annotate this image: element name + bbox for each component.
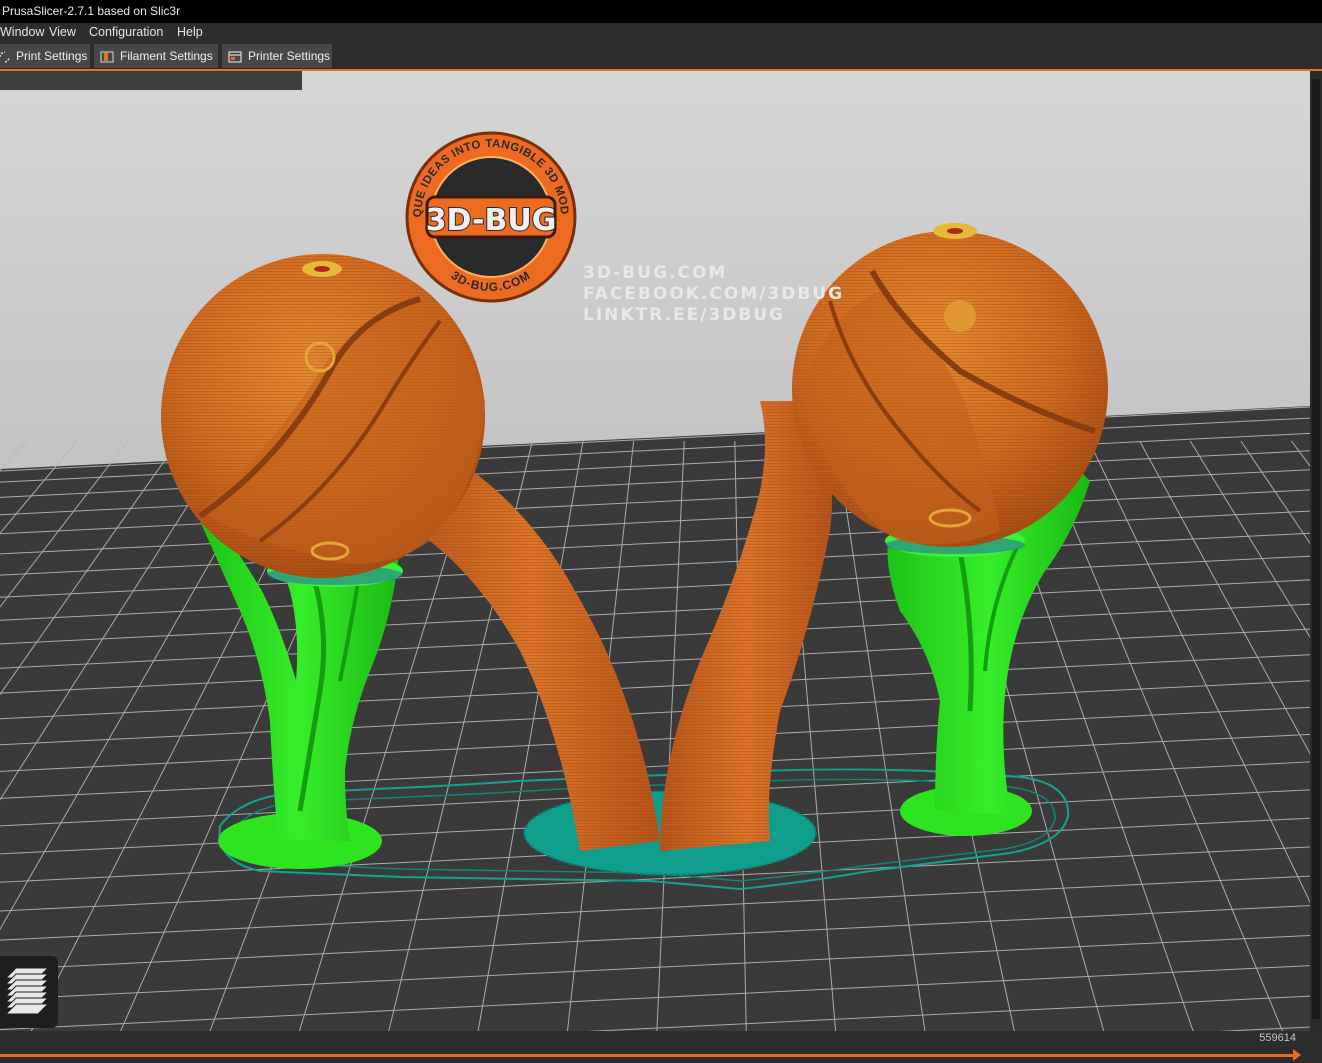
printer-icon — [228, 51, 242, 63]
tab-filament-settings[interactable]: Filament Settings — [94, 44, 218, 68]
menu-help[interactable]: Help — [177, 25, 203, 39]
viewport-scene: UNIQUE IDEAS INTO TANGIBLE 3D MODELS 3D-… — [0, 71, 1322, 1063]
tab-print-settings[interactable]: Print Settings — [0, 44, 90, 68]
menu-window[interactable]: Window — [0, 25, 44, 39]
logo-badge-text: 3D-BUG — [426, 203, 557, 238]
title-bar: PrusaSlicer-2.7.1 based on Slic3r — [0, 0, 1322, 23]
tab-filament-settings-label: Filament Settings — [120, 49, 213, 63]
tab-printer-settings[interactable]: Printer Settings — [222, 44, 332, 68]
menu-bar: Window View Configuration Help — [0, 23, 1322, 43]
filament-icon — [100, 51, 114, 63]
menu-configuration[interactable]: Configuration — [89, 25, 163, 39]
watermark-line-3: LINKTR.EE/3DBUG — [583, 305, 785, 325]
tab-printer-settings-label: Printer Settings — [248, 49, 331, 63]
layers-icon — [4, 967, 50, 1015]
menu-view[interactable]: View — [49, 25, 76, 39]
model-ball-left — [161, 254, 485, 578]
settings-tab-bar: Print Settings Filament Settings Printer… — [0, 43, 1322, 71]
sidebar-collapsed-strip — [0, 71, 302, 90]
watermark-line-2: FACEBOOK.COM/3DBUG — [583, 284, 844, 304]
slider-value: 559614 — [1259, 1032, 1296, 1044]
print-settings-icon — [0, 51, 10, 63]
slider-track[interactable] — [0, 1054, 1296, 1057]
slider-knob[interactable] — [1293, 1049, 1301, 1061]
watermark-line-1: 3D-BUG.COM — [583, 263, 727, 283]
3d-viewport[interactable]: UNIQUE IDEAS INTO TANGIBLE 3D MODELS 3D-… — [0, 71, 1322, 1063]
tab-print-settings-label: Print Settings — [16, 49, 88, 63]
layers-view-button[interactable] — [0, 956, 58, 1028]
window-title: PrusaSlicer-2.7.1 based on Slic3r — [2, 4, 181, 18]
horizontal-move-slider[interactable]: 559614 — [0, 1031, 1322, 1063]
watermark-logo: UNIQUE IDEAS INTO TANGIBLE 3D MODELS 3D-… — [405, 131, 577, 303]
layer-vertical-slider[interactable] — [1310, 71, 1322, 1031]
layer-slider-thumb[interactable] — [1312, 79, 1320, 1019]
